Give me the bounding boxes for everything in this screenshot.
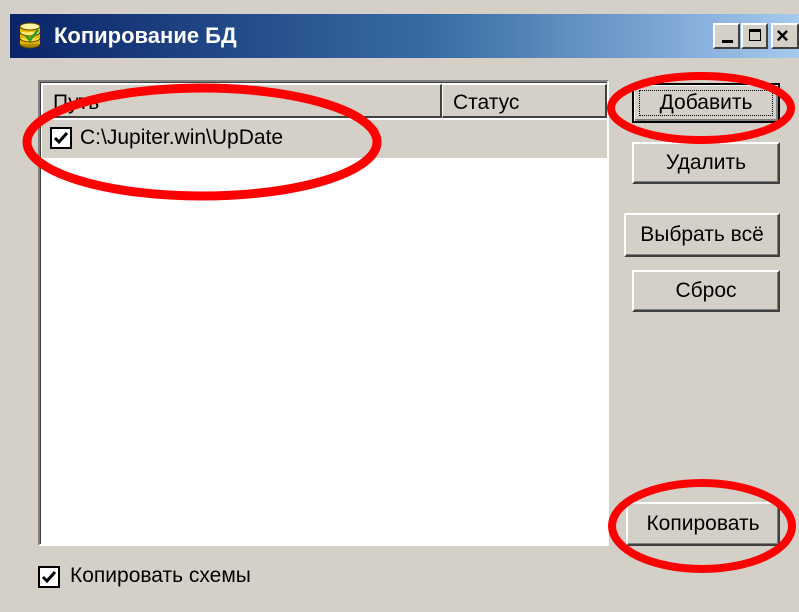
minimize-button[interactable] <box>713 23 740 49</box>
reset-button-label: Сброс <box>675 279 737 302</box>
add-button-label: Добавить <box>659 91 753 114</box>
copy-button-label: Копировать <box>646 512 760 535</box>
copy-db-window: Копирование БД × Путь Статус C:\Jupiter.… <box>0 0 799 612</box>
column-header-path[interactable]: Путь <box>42 84 442 118</box>
list-item-path: C:\Jupiter.win\UpDate <box>80 126 284 149</box>
copy-schemes-label[interactable]: Копировать схемы <box>70 564 251 588</box>
checkmark-icon <box>53 132 69 145</box>
add-button[interactable]: Добавить <box>632 83 780 123</box>
close-icon: × <box>776 23 789 48</box>
close-button[interactable]: × <box>771 23 799 49</box>
copy-button[interactable]: Копировать <box>626 502 780 546</box>
select-all-button-label: Выбрать всё <box>640 223 764 246</box>
column-header-status[interactable]: Статус <box>442 84 607 118</box>
path-list[interactable]: Путь Статус C:\Jupiter.win\UpDate <box>38 80 609 546</box>
reset-button[interactable]: Сброс <box>632 270 780 312</box>
maximize-icon <box>749 29 761 41</box>
minimize-icon <box>722 40 733 43</box>
remove-button-label: Удалить <box>665 151 747 174</box>
database-icon <box>19 22 41 49</box>
checkmark-icon <box>41 571 57 584</box>
list-item-checkbox[interactable] <box>50 127 72 149</box>
list-item[interactable]: C:\Jupiter.win\UpDate <box>42 120 607 158</box>
select-all-button[interactable]: Выбрать всё <box>624 213 780 257</box>
title-bar[interactable]: Копирование БД × <box>10 14 799 58</box>
copy-schemes-checkbox[interactable] <box>38 566 60 588</box>
remove-button[interactable]: Удалить <box>632 142 780 184</box>
list-header: Путь Статус <box>42 84 607 118</box>
window-title: Копирование БД <box>54 23 237 48</box>
maximize-button[interactable] <box>741 23 768 49</box>
